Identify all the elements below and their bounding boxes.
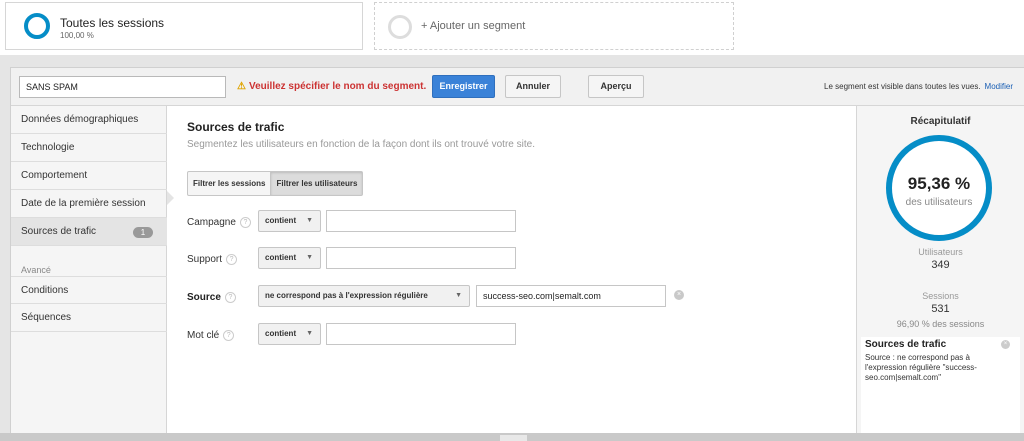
warning-icon: ⚠ [237,81,246,92]
users-label: Utilisateurs [918,247,963,257]
summary-percent: 95,36 % [907,174,971,193]
caret-icon: ▼ [306,330,313,337]
panel-title: Sources de trafic [187,120,285,134]
nav-item-behavior[interactable]: Comportement [11,162,167,190]
modify-link[interactable]: Modifier [985,82,1013,91]
sessions-value: 531 [931,303,950,315]
help-icon[interactable]: ? [226,254,238,265]
add-segment-button[interactable]: + Ajouter un segment [374,2,734,50]
condition-label-text: Source [187,292,221,303]
segment-name-warning: ⚠ Veuillez spécifier le nom du segment. [237,81,426,92]
condition-value-input[interactable] [326,247,516,269]
filter-panel: Sources de trafic Segmentez les utilisat… [168,106,856,441]
advanced-heading: Avancé [21,265,51,275]
nav-item-conditions[interactable]: Conditions [11,276,167,304]
condition-label: Support? [187,254,238,265]
summary-panel: Récapitulatif 95,36 % des utilisateurs U… [856,106,1024,441]
nav-item-demographics[interactable]: Données démographiques [11,106,167,134]
operator-value: contient [265,253,297,262]
segment-ring-icon [24,13,50,39]
condition-label-text: Mot clé [187,330,220,341]
nav-item-sequences[interactable]: Séquences [11,304,167,332]
operator-value: contient [265,329,297,338]
condition-row-source: Source? ne correspond pas à l'expression… [187,285,687,309]
segment-editor: ⚠Veuillez spécifier le nom du segment. E… [10,67,1024,441]
clear-icon[interactable]: × [674,290,684,300]
filter-scope-toggle: Filtrer les sessions Filtrer les utilisa… [187,171,364,196]
nav-count-badge: 1 [133,227,153,238]
condition-row-campaign: Campagne? contient ▼ [187,210,687,234]
summary-title: Récapitulatif [910,116,971,127]
scrollbar-handle[interactable] [500,435,527,441]
condition-label: Mot clé? [187,330,235,341]
condition-label: Source? [187,292,236,303]
sessions-label: Sessions [922,291,959,301]
add-segment-ring-icon [388,15,412,39]
save-button[interactable]: Enregistrer [432,75,495,98]
filter-card-title: Sources de trafic [865,339,947,350]
filter-users-tab[interactable]: Filtrer les utilisateurs [270,172,363,195]
remove-filter-icon[interactable]: × [1001,340,1010,349]
operator-value: ne correspond pas à l'expression réguliè… [265,291,428,300]
caret-icon: ▼ [306,217,313,224]
condition-row-keyword: Mot clé? contient ▼ [187,323,687,347]
operator-select[interactable]: contient ▼ [258,323,321,345]
condition-label-text: Support [187,254,223,265]
editor-header: ⚠Veuillez spécifier le nom du segment. E… [11,68,1024,106]
cancel-button[interactable]: Annuler [505,75,561,98]
filter-sessions-tab[interactable]: Filtrer les sessions [188,172,270,195]
condition-value-input[interactable] [326,210,516,232]
visibility-text: Le segment est visible dans toutes les v… [824,82,981,91]
condition-value-input[interactable]: success-seo.com|semalt.com [476,285,666,307]
condition-row-medium: Support? contient ▼ [187,247,687,271]
sessions-percent: 96,90 % des sessions [896,319,985,329]
segment-name-input[interactable] [19,76,226,98]
caret-icon: ▼ [455,292,462,299]
operator-select[interactable]: ne correspond pas à l'expression réguliè… [258,285,470,307]
caret-icon: ▼ [306,254,313,261]
help-icon[interactable]: ? [239,217,251,228]
operator-select[interactable]: contient ▼ [258,210,321,232]
segment-all-sessions[interactable]: Toutes les sessions 100,00 % [5,2,363,50]
condition-label: Campagne? [187,217,251,228]
add-segment-label: + Ajouter un segment [421,20,526,32]
help-icon[interactable]: ? [223,330,235,341]
nav-item-label: Sources de trafic [21,226,97,237]
segment-nav: Données démographiques Technologie Compo… [11,106,167,441]
condition-value-input[interactable] [326,323,516,345]
summary-percent-unit: des utilisateurs [905,197,973,208]
segment-bar: Toutes les sessions 100,00 % + Ajouter u… [0,0,1024,55]
nav-item-first-session-date[interactable]: Date de la première session [11,190,167,218]
visibility-note: Le segment est visible dans toutes les v… [824,82,1013,91]
panel-subtitle: Segmentez les utilisateurs en fonction d… [187,139,535,150]
condition-label-text: Campagne [187,217,236,228]
operator-select[interactable]: contient ▼ [258,247,321,269]
users-value: 349 [931,259,950,271]
filter-card-description: Source : ne correspond pas à l'expressio… [865,353,977,382]
help-icon[interactable]: ? [224,292,236,303]
nav-item-traffic-sources[interactable]: Sources de trafic 1 [11,218,167,246]
nav-item-technology[interactable]: Technologie [11,134,167,162]
segment-name: Toutes les sessions [60,16,165,30]
warning-text: Veuillez spécifier le nom du segment. [248,81,427,92]
preview-button[interactable]: Aperçu [588,75,644,98]
active-filter-card: Sources de trafic × Source : ne correspo… [861,337,1020,441]
segment-percent: 100,00 % [60,31,94,40]
operator-value: contient [265,216,297,225]
summary-gauge: 95,36 % des utilisateurs [886,135,992,241]
